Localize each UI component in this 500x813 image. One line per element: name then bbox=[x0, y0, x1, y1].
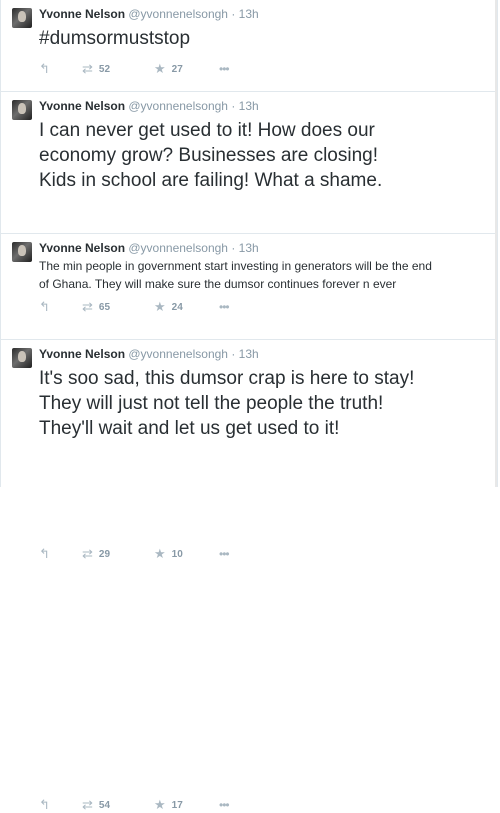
hashtag-link[interactable]: #dumsormuststop bbox=[39, 26, 487, 51]
favorite-button[interactable]: ★ 27 bbox=[154, 61, 183, 77]
separator: · bbox=[231, 7, 236, 21]
favorite-count: 10 bbox=[171, 548, 183, 560]
separator: · bbox=[231, 99, 236, 113]
author-name[interactable]: Yvonne Nelson bbox=[39, 241, 125, 255]
more-button[interactable]: ••• bbox=[219, 546, 230, 562]
star-icon: ★ bbox=[154, 61, 166, 76]
tweet[interactable]: Yvonne Nelson @yvonnenelsongh · 13h I ca… bbox=[1, 92, 497, 314]
tweet-header: Yvonne Nelson @yvonnenelsongh · 13h bbox=[39, 241, 259, 256]
reply-button[interactable]: ↰ bbox=[39, 546, 50, 562]
retweet-icon: ⇄ bbox=[82, 797, 93, 812]
timestamp[interactable]: 13h bbox=[239, 7, 259, 21]
reply-icon: ↰ bbox=[39, 546, 50, 561]
timestamp[interactable]: 13h bbox=[239, 99, 259, 113]
avatar[interactable] bbox=[12, 242, 32, 262]
timestamp[interactable]: 13h bbox=[239, 241, 259, 255]
tweet-text: It's soo sad, this dumsor crap is here t… bbox=[39, 368, 415, 439]
separator: · bbox=[231, 241, 236, 255]
retweet-count: 29 bbox=[98, 548, 111, 560]
favorite-count: 27 bbox=[171, 63, 183, 75]
author-name[interactable]: Yvonne Nelson bbox=[39, 347, 125, 361]
timestamp[interactable]: 13h bbox=[239, 347, 259, 361]
tweet[interactable]: Yvonne Nelson @yvonnenelsongh · 13h #dum… bbox=[1, 0, 497, 92]
tweet-text: The min people in government start inves… bbox=[39, 259, 432, 291]
author-name[interactable]: Yvonne Nelson bbox=[39, 7, 125, 21]
avatar[interactable] bbox=[12, 348, 32, 368]
author-handle[interactable]: @yvonnenelsongh bbox=[128, 347, 228, 361]
more-options-icon: ••• bbox=[219, 547, 230, 561]
avatar[interactable] bbox=[12, 100, 32, 120]
tweet-header: Yvonne Nelson @yvonnenelsongh · 13h bbox=[39, 7, 259, 22]
separator: · bbox=[231, 347, 236, 361]
star-icon: ★ bbox=[154, 797, 166, 812]
reply-icon: ↰ bbox=[39, 797, 50, 812]
retweet-count: 52 bbox=[98, 63, 111, 75]
reply-button[interactable]: ↰ bbox=[39, 61, 50, 77]
avatar[interactable] bbox=[12, 8, 32, 28]
tweet-text: I can never get used to it! How does our… bbox=[39, 120, 383, 191]
retweet-button[interactable]: ⇄ 52 bbox=[82, 61, 110, 77]
more-button[interactable]: ••• bbox=[219, 61, 230, 77]
more-button[interactable]: ••• bbox=[219, 797, 230, 813]
author-handle[interactable]: @yvonnenelsongh bbox=[128, 241, 228, 255]
more-options-icon: ••• bbox=[219, 62, 230, 76]
favorite-button[interactable]: ★ 10 bbox=[154, 546, 183, 562]
scrollbar[interactable] bbox=[495, 0, 497, 487]
more-options-icon: ••• bbox=[219, 798, 230, 812]
author-handle[interactable]: @yvonnenelsongh bbox=[128, 99, 228, 113]
tweet[interactable]: Yvonne Nelson @yvonnenelsongh · 13h It's… bbox=[1, 340, 497, 812]
retweet-icon: ⇄ bbox=[82, 546, 93, 561]
reply-icon: ↰ bbox=[39, 61, 50, 76]
author-handle[interactable]: @yvonnenelsongh bbox=[128, 7, 228, 21]
star-icon: ★ bbox=[154, 546, 166, 561]
tweet-feed: Yvonne Nelson @yvonnenelsongh · 13h #dum… bbox=[0, 0, 498, 812]
reply-button[interactable]: ↰ bbox=[39, 797, 50, 813]
tweet[interactable]: Yvonne Nelson @yvonnenelsongh · 13h The … bbox=[1, 234, 497, 561]
tweet-header: Yvonne Nelson @yvonnenelsongh · 13h bbox=[39, 99, 259, 114]
retweet-icon: ⇄ bbox=[82, 61, 93, 76]
retweet-button[interactable]: ⇄ 54 bbox=[82, 797, 110, 813]
retweet-button[interactable]: ⇄ 29 bbox=[82, 546, 110, 562]
retweet-count: 54 bbox=[98, 799, 111, 811]
favorite-button[interactable]: ★ 17 bbox=[154, 797, 183, 813]
tweet-header: Yvonne Nelson @yvonnenelsongh · 13h bbox=[39, 347, 259, 362]
author-name[interactable]: Yvonne Nelson bbox=[39, 99, 125, 113]
favorite-count: 17 bbox=[171, 799, 183, 811]
